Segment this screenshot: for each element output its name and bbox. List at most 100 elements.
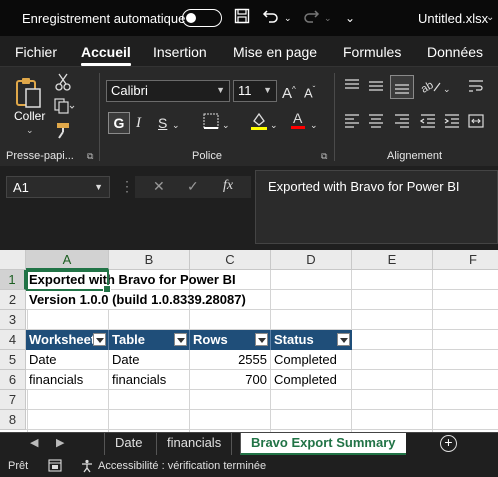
macro-recorder-icon[interactable] <box>48 459 62 475</box>
filter-dropdown-icon[interactable] <box>255 333 268 346</box>
table-row-cell[interactable]: financials <box>109 370 190 390</box>
redo-icon[interactable] <box>302 8 320 28</box>
accessibility-status[interactable]: Accessibilité : vérification terminée <box>98 460 266 472</box>
increase-font-icon[interactable]: A^ <box>282 81 296 103</box>
increase-indent-icon[interactable] <box>444 114 460 132</box>
font-name-select[interactable]: Calibri ▼ <box>106 80 230 102</box>
merge-center-icon[interactable] <box>468 114 484 132</box>
add-sheet-button[interactable]: + <box>440 435 457 452</box>
format-painter-icon[interactable] <box>55 121 73 143</box>
cell-a2-version[interactable]: Version 1.0.0 (build 1.0.8339.28087) <box>26 290 246 310</box>
file-name[interactable]: Untitled.xlsx <box>418 11 488 26</box>
tab-formules[interactable]: Formules <box>343 44 401 60</box>
wrap-text-icon[interactable] <box>468 79 484 97</box>
undo-dropdown-icon[interactable]: ⌄ <box>284 8 292 28</box>
sheet-tab-bravo-export-summary[interactable]: Bravo Export Summary <box>240 433 406 455</box>
cell-a1-title[interactable]: Exported with Bravo for Power BI <box>26 270 236 290</box>
column-header-a[interactable]: A <box>26 250 109 270</box>
column-header-f[interactable]: F <box>433 250 498 270</box>
borders-icon[interactable] <box>203 113 219 133</box>
font-color-dropdown-icon[interactable]: ⌄ <box>310 116 318 134</box>
accessibility-icon[interactable] <box>80 459 94 476</box>
row-header-6[interactable]: 6 <box>0 370 26 390</box>
sheet-next-icon[interactable]: ▶ <box>56 436 64 449</box>
autosave-toggle[interactable] <box>182 9 222 27</box>
paste-dropdown-icon[interactable]: ⌄ <box>26 125 34 136</box>
orientation-dropdown-icon[interactable]: ⌄ <box>443 80 451 98</box>
sheet-tab-financials[interactable]: financials <box>156 433 233 455</box>
tab-fichier[interactable]: Fichier <box>15 44 57 60</box>
cut-icon[interactable] <box>55 73 71 95</box>
cancel-icon[interactable]: ✕ <box>153 178 165 195</box>
filter-dropdown-icon[interactable] <box>337 333 350 346</box>
align-bottom-icon[interactable] <box>390 75 414 99</box>
clipboard-launcher-icon[interactable]: ⧉ <box>87 151 93 162</box>
fill-color-dropdown-icon[interactable]: ⌄ <box>270 116 278 134</box>
table-row-cell[interactable]: Date <box>109 350 190 370</box>
header-label: Worksheet <box>29 332 96 347</box>
orientation-icon[interactable]: ab <box>419 77 442 99</box>
filter-dropdown-icon[interactable] <box>93 333 106 346</box>
borders-dropdown-icon[interactable]: ⌄ <box>222 116 230 134</box>
row-header-3[interactable]: 3 <box>0 310 26 330</box>
table-row-cell[interactable]: 700 <box>190 370 271 390</box>
font-color-icon[interactable]: A <box>290 110 306 135</box>
tab-mise-en-page[interactable]: Mise en page <box>233 44 317 60</box>
row-header-8[interactable]: 8 <box>0 410 26 430</box>
filename-chevron-icon[interactable]: ⌄ <box>486 12 494 23</box>
column-header-c[interactable]: C <box>190 250 271 270</box>
table-row-cell[interactable]: financials <box>26 370 109 390</box>
align-top-icon[interactable] <box>344 79 360 97</box>
enter-icon[interactable]: ✓ <box>187 178 199 195</box>
undo-icon[interactable] <box>262 8 280 28</box>
align-center-icon[interactable] <box>368 114 384 132</box>
sheet-prev-icon[interactable]: ◀ <box>30 436 38 449</box>
italic-button[interactable]: I <box>136 114 141 132</box>
paste-label[interactable]: Coller <box>14 109 45 123</box>
table-header-status[interactable]: Status <box>271 330 352 350</box>
name-box[interactable]: A1 ▼ <box>6 176 110 198</box>
row-header-4[interactable]: 4 <box>0 330 26 350</box>
row-header-1[interactable]: 1 <box>0 270 26 290</box>
tab-accueil[interactable]: Accueil <box>81 44 131 66</box>
fill-color-icon[interactable] <box>250 111 268 135</box>
row-header-7[interactable]: 7 <box>0 390 26 410</box>
redo-dropdown-icon[interactable]: ⌄ <box>324 8 332 28</box>
tab-donnees[interactable]: Données <box>427 44 483 60</box>
decrease-font-icon[interactable]: Aˇ <box>304 81 315 102</box>
table-row-cell[interactable]: Completed <box>271 350 352 370</box>
customize-qat-icon[interactable]: ⌄ <box>345 8 355 28</box>
tab-insertion[interactable]: Insertion <box>153 44 207 60</box>
column-header-b[interactable]: B <box>109 250 190 270</box>
filter-dropdown-icon[interactable] <box>174 333 187 346</box>
row-header-2[interactable]: 2 <box>0 290 26 310</box>
underline-button[interactable]: S <box>158 114 167 132</box>
decrease-indent-icon[interactable] <box>419 114 436 132</box>
formula-input[interactable]: Exported with Bravo for Power BI <box>255 170 498 244</box>
table-header-worksheet[interactable]: Worksheet <box>26 330 109 350</box>
font-launcher-icon[interactable]: ⧉ <box>321 151 327 162</box>
save-icon[interactable] <box>234 8 250 28</box>
insert-function-icon[interactable]: fx <box>223 178 233 194</box>
column-header-d[interactable]: D <box>271 250 352 270</box>
font-size-select[interactable]: 11 ▼ <box>233 80 277 102</box>
underline-dropdown-icon[interactable]: ⌄ <box>172 116 180 134</box>
sheet-tab-date[interactable]: Date <box>104 433 152 455</box>
align-middle-icon[interactable] <box>368 79 384 97</box>
table-header-table[interactable]: Table <box>109 330 190 350</box>
bold-button[interactable]: G <box>108 112 130 134</box>
align-right-icon[interactable] <box>394 114 410 132</box>
header-label: Table <box>112 332 145 347</box>
select-all-corner[interactable] <box>0 250 26 270</box>
copy-icon[interactable] <box>53 97 75 119</box>
align-left-icon[interactable] <box>344 114 360 132</box>
table-row-cell[interactable]: Completed <box>271 370 352 390</box>
table-header-rows[interactable]: Rows <box>190 330 271 350</box>
table-row-cell[interactable]: Date <box>26 350 109 370</box>
row-header-5[interactable]: 5 <box>0 350 26 370</box>
column-header-e[interactable]: E <box>352 250 433 270</box>
spreadsheet-grid: A B C D E F 1 2 3 4 5 6 7 8 Exported wit… <box>0 250 498 432</box>
table-row-cell[interactable]: 2555 <box>190 350 271 370</box>
ribbon-separator <box>99 73 100 161</box>
more-options-icon[interactable]: ⋮ <box>120 178 134 195</box>
